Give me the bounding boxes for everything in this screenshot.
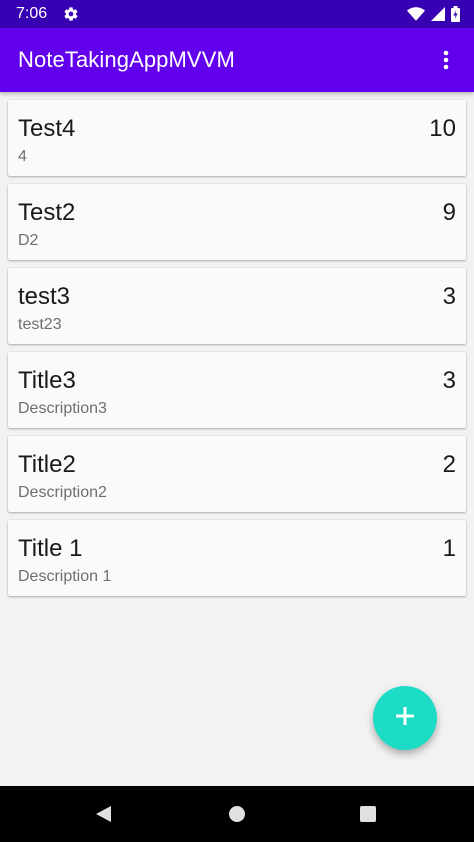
note-title: Title 1 xyxy=(18,535,83,562)
note-priority: 2 xyxy=(442,451,456,478)
note-card[interactable]: Title2 Description2 2 xyxy=(8,436,466,512)
home-icon[interactable] xyxy=(227,804,247,824)
wifi-icon xyxy=(407,7,425,21)
more-vert-icon[interactable] xyxy=(434,40,458,80)
note-priority: 1 xyxy=(442,535,456,562)
add-icon xyxy=(394,705,416,732)
back-icon[interactable] xyxy=(94,804,114,824)
note-description: D2 xyxy=(18,232,39,249)
add-note-button[interactable] xyxy=(373,686,437,750)
recents-icon[interactable] xyxy=(358,804,378,824)
app-title: NoteTakingAppMVVM xyxy=(18,47,235,72)
note-description: Description3 xyxy=(18,400,107,417)
note-card[interactable]: test3 test23 3 xyxy=(8,268,466,344)
note-priority: 3 xyxy=(442,367,456,394)
note-list[interactable]: Test4 4 10 Test2 D2 9 test3 test23 3 Tit… xyxy=(8,100,466,604)
battery-icon xyxy=(451,6,460,22)
note-title: Title2 xyxy=(18,451,76,478)
note-title: Title3 xyxy=(18,367,76,394)
note-priority: 10 xyxy=(429,115,456,142)
status-bar: 7:06 xyxy=(0,0,474,28)
note-description: Description 1 xyxy=(18,568,112,585)
note-priority: 3 xyxy=(442,283,456,310)
note-priority: 9 xyxy=(442,199,456,226)
note-title: test3 xyxy=(18,283,71,310)
note-title: Test2 xyxy=(18,199,76,226)
note-description: Description2 xyxy=(18,484,107,501)
settings-gear-icon xyxy=(63,6,79,22)
cell-signal-icon xyxy=(431,7,445,21)
note-card[interactable]: Title 1 Description 1 1 xyxy=(8,520,466,596)
note-card[interactable]: Test2 D2 9 xyxy=(8,184,466,260)
note-title: Test4 xyxy=(18,115,76,142)
app-bar: NoteTakingAppMVVM xyxy=(0,28,474,92)
note-card[interactable]: Test4 4 10 xyxy=(8,100,466,176)
system-nav-bar xyxy=(0,786,474,842)
status-time: 7:06 xyxy=(16,5,48,22)
note-card[interactable]: Title3 Description3 3 xyxy=(8,352,466,428)
note-description: 4 xyxy=(18,148,27,165)
note-description: test23 xyxy=(18,316,62,333)
